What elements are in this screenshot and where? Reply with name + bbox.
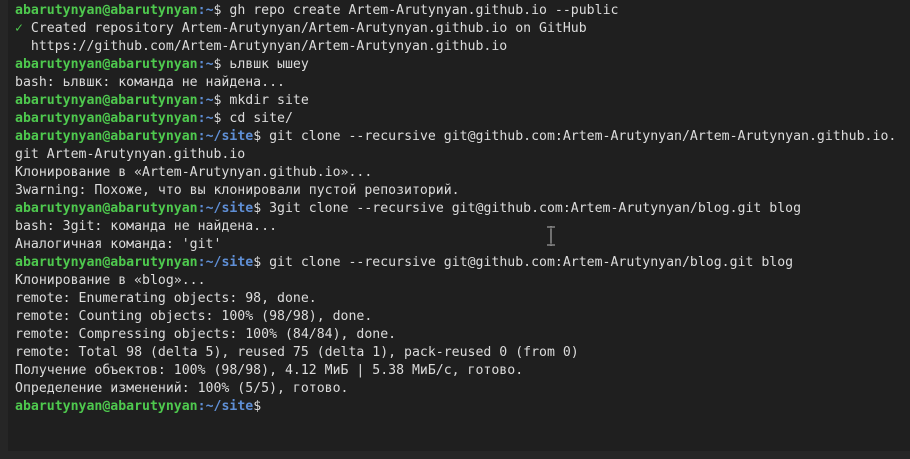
prompt-user-host: abarutynyan@abarutynyan	[15, 201, 198, 216]
prompt-symbol: $	[253, 129, 270, 144]
prompt-path: :~	[197, 3, 214, 18]
command-text: 3git clone --recursive git@github.com:Ar…	[269, 201, 802, 216]
prompt-path: :~/site	[197, 201, 254, 216]
command-text: git clone --recursive git@github.com:Art…	[269, 255, 794, 270]
prompt-path: :~/site	[197, 399, 254, 414]
prompt-path: :~	[197, 57, 214, 72]
output-line: bash: ьлвшк: команда не найдена...	[15, 75, 285, 90]
output-line: Клонирование в «blog»...	[15, 273, 206, 288]
checkmark-icon: ✓	[15, 21, 23, 36]
prompt-path: :~	[197, 111, 214, 126]
prompt-line: abarutynyan@abarutynyan:~$ cd site/	[15, 110, 910, 128]
prompt-line: abarutynyan@abarutynyan:~/site$ git clon…	[15, 254, 910, 272]
command-text: ьлвшк ышеу	[229, 57, 309, 72]
prompt-line: abarutynyan@abarutynyan:~/site$ git clon…	[15, 128, 910, 146]
prompt-symbol: $	[253, 201, 270, 216]
prompt-user-host: abarutynyan@abarutynyan	[15, 111, 198, 126]
output-line: ✓ Created repository Artem-Arutynyan/Art…	[15, 20, 910, 38]
output-line: Аналогичная команда: 'git'	[15, 237, 222, 252]
output-line: Определение изменений: 100% (5/5), готов…	[15, 381, 349, 396]
prompt-line: abarutynyan@abarutynyan:~$ gh repo creat…	[15, 2, 910, 20]
prompt-path: :~/site	[197, 255, 254, 270]
terminal-window[interactable]: abarutynyan@abarutynyan:~$ gh repo creat…	[0, 0, 910, 459]
command-text: mkdir site	[229, 93, 309, 108]
prompt-user-host: abarutynyan@abarutynyan	[15, 399, 198, 414]
output-line: Клонирование в «Artem-Arutynyan.github.i…	[15, 165, 373, 180]
prompt-line: abarutynyan@abarutynyan:~$ mkdir site	[15, 92, 910, 110]
prompt-line: abarutynyan@abarutynyan:~/site$	[15, 398, 910, 416]
prompt-user-host: abarutynyan@abarutynyan	[15, 255, 198, 270]
output-line: remote: Total 98 (delta 5), reused 75 (d…	[15, 345, 579, 360]
output-line: remote: Counting objects: 100% (98/98), …	[15, 309, 373, 324]
output-line: Получение объектов: 100% (98/98), 4.12 М…	[15, 363, 524, 378]
prompt-symbol: $	[213, 93, 230, 108]
prompt-user-host: abarutynyan@abarutynyan	[15, 3, 198, 18]
prompt-symbol: $	[213, 111, 230, 126]
prompt-user-host: abarutynyan@abarutynyan	[15, 129, 198, 144]
prompt-path: :~	[197, 93, 214, 108]
prompt-path: :~/site	[197, 129, 254, 144]
prompt-line: abarutynyan@abarutynyan:~/site$ 3git clo…	[15, 200, 910, 218]
command-text: git clone --recursive git@github.com:Art…	[269, 129, 897, 144]
output-line: remote: Enumerating objects: 98, done.	[15, 291, 317, 306]
prompt-symbol: $	[253, 399, 270, 414]
prompt-user-host: abarutynyan@abarutynyan	[15, 93, 198, 108]
output-line: remote: Compressing objects: 100% (84/84…	[15, 327, 397, 342]
prompt-symbol: $	[253, 255, 270, 270]
command-text: cd site/	[229, 111, 293, 126]
prompt-line: abarutynyan@abarutynyan:~$ ьлвшк ышеу	[15, 56, 910, 74]
prompt-symbol: $	[213, 3, 230, 18]
output-line: 3warning: Похоже, что вы клонировали пус…	[15, 183, 460, 198]
text-ibeam-cursor-icon	[547, 226, 555, 246]
bottom-strip	[0, 451, 910, 459]
output-text: Created repository Artem-Arutynyan/Artem…	[22, 21, 587, 36]
command-text: gh repo create Artem-Arutynyan.github.io…	[229, 3, 619, 18]
left-gutter	[0, 0, 8, 459]
prompt-user-host: abarutynyan@abarutynyan	[15, 57, 198, 72]
output-line: https://github.com/Artem-Arutynyan/Artem…	[15, 39, 508, 54]
prompt-symbol: $	[213, 57, 230, 72]
output-line: git Artem-Arutynyan.github.io	[15, 147, 246, 162]
terminal-output[interactable]: abarutynyan@abarutynyan:~$ gh repo creat…	[15, 2, 910, 416]
output-line: bash: 3git: команда не найдена...	[15, 219, 278, 234]
